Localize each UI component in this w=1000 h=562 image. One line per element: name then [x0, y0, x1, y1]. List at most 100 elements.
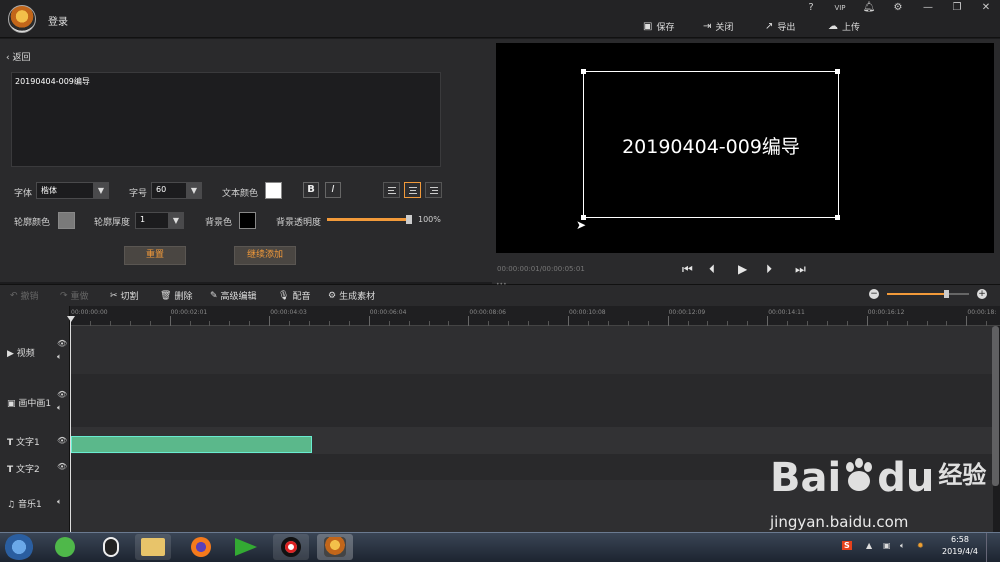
advanced-edit-button[interactable]: ✎ 高级编辑 — [210, 289, 257, 303]
speaker-icon[interactable]: 🔈︎ — [57, 352, 62, 362]
generate-material-button[interactable]: ⚙ 生成素材 — [328, 289, 376, 303]
close-button[interactable]: ⇥ 关闭 — [703, 19, 733, 33]
step-back-icon[interactable]: ⏴ — [709, 262, 715, 277]
skip-start-icon[interactable]: ⏮ — [682, 262, 693, 277]
bg-color-swatch[interactable] — [239, 212, 256, 229]
align-right-icon[interactable] — [425, 182, 442, 198]
upload-label: 上传 — [842, 22, 861, 33]
record-icon[interactable] — [273, 534, 309, 560]
login-link[interactable]: 登录 — [48, 13, 68, 28]
cut-button[interactable]: ✂ 切割 — [110, 289, 139, 303]
vip-icon[interactable]: VIP — [833, 2, 847, 14]
splitter-handle[interactable]: ••• — [496, 281, 507, 288]
track-lane-pip[interactable] — [71, 374, 993, 427]
track-name: 视频 — [16, 349, 35, 359]
bg-opacity-slider[interactable] — [406, 215, 412, 224]
volume-icon[interactable]: 🔈︎ — [900, 541, 905, 551]
resize-handle[interactable] — [581, 69, 586, 74]
align-center-icon[interactable] — [404, 182, 421, 198]
size-dropdown-icon[interactable]: ▼ — [186, 182, 202, 199]
text-content-input[interactable]: 20190404-009编导 — [11, 72, 441, 167]
redo-button[interactable]: ↷ 重做 — [60, 289, 89, 303]
size-label: 字号 — [129, 189, 148, 199]
upload-icon: ☁ — [828, 20, 838, 32]
restore-icon[interactable]: ❐ — [950, 2, 964, 14]
reset-button[interactable]: 重置 — [124, 246, 186, 265]
trash-icon: 🗑︎ — [160, 290, 172, 301]
folder-icon[interactable] — [135, 534, 171, 560]
ruler-tick — [767, 316, 769, 326]
resize-handle[interactable] — [835, 215, 840, 220]
speaker-icon[interactable]: 🔈︎ — [57, 403, 62, 413]
save-label: 保存 — [656, 22, 675, 33]
align-left-icon[interactable] — [383, 182, 400, 198]
outline-color-swatch[interactable] — [58, 212, 75, 229]
show-desktop-button[interactable] — [986, 533, 1000, 562]
gear-icon[interactable]: ⚙ — [891, 2, 905, 14]
track-lane-video[interactable] — [71, 326, 993, 374]
mouse-cursor-icon: ➤ — [576, 218, 587, 232]
speaker-icon[interactable]: 🔈︎ — [57, 497, 62, 507]
continue-add-button[interactable]: 继续添加 — [234, 246, 296, 265]
zoom-in-icon[interactable]: + — [977, 289, 987, 299]
skip-end-icon[interactable]: ⏭ — [795, 262, 806, 277]
track-name: 音乐1 — [17, 500, 42, 510]
media-app-icon[interactable] — [228, 534, 264, 560]
font-label: 字体 — [14, 189, 33, 199]
outline-color-label: 轮廓颜色 — [14, 218, 51, 228]
bell-icon[interactable]: 🔔︎ — [862, 2, 876, 14]
bold-button[interactable]: B — [303, 182, 319, 198]
video-track-icon: ▶︎ — [7, 349, 14, 359]
eye-icon[interactable]: 👁︎ — [57, 462, 67, 471]
ruler-tick-label: 00:00:00:00 — [71, 309, 108, 316]
export-button[interactable]: ↗ 导出 — [765, 19, 795, 33]
clock[interactable]: 6:58 2019/4/4 — [940, 534, 980, 558]
sogou-ime-icon[interactable]: S — [842, 541, 852, 550]
save-button[interactable]: ▣ 保存 — [643, 19, 674, 33]
play-icon[interactable]: ▶ — [738, 262, 747, 276]
qq-icon[interactable] — [93, 534, 129, 560]
paw-icon — [841, 457, 877, 493]
size-select[interactable]: 60 — [151, 182, 187, 199]
outline-width-dropdown-icon[interactable]: ▼ — [168, 212, 184, 229]
zoom-out-icon[interactable]: − — [869, 289, 879, 299]
playhead-marker-icon[interactable] — [67, 316, 75, 322]
tray-arrow-icon[interactable]: ▲ — [866, 541, 872, 550]
taskbar-app-icon[interactable] — [47, 534, 83, 560]
bg-opacity-value: 100% — [418, 215, 441, 224]
delete-button[interactable]: 🗑︎ 删除 — [160, 289, 192, 303]
tray-sun-icon[interactable]: ✹ — [917, 541, 924, 550]
step-forward-icon[interactable]: ⏵ — [766, 262, 772, 277]
back-button[interactable]: ‹ 返回 — [6, 50, 30, 63]
track-name: 文字2 — [16, 465, 40, 475]
dub-button[interactable]: 🎙︎ 配音 — [278, 289, 310, 303]
upload-button[interactable]: ☁ 上传 — [828, 19, 860, 33]
close-window-icon[interactable]: ✕ — [979, 2, 993, 14]
start-button-icon[interactable] — [4, 534, 34, 560]
ruler-tick — [368, 316, 370, 326]
firefox-icon[interactable] — [183, 534, 219, 560]
track-label-video: ▶︎ 视频 — [7, 346, 35, 359]
tray-device-icon[interactable]: ▣ — [883, 541, 891, 550]
watermark-url: jingyan.baidu.com — [770, 513, 909, 531]
eye-icon[interactable]: 👁︎ — [57, 339, 67, 348]
playhead[interactable] — [70, 318, 71, 532]
generate-label: 生成素材 — [339, 292, 376, 302]
font-select[interactable]: 楷体 — [36, 182, 94, 199]
app-logo-icon[interactable] — [8, 5, 36, 33]
help-icon[interactable]: ? — [804, 2, 818, 14]
font-dropdown-icon[interactable]: ▼ — [93, 182, 109, 199]
minimize-icon[interactable]: — — [921, 2, 935, 14]
eye-icon[interactable]: 👁︎ — [57, 390, 67, 399]
undo-button[interactable]: ↶ 撤销 — [10, 289, 39, 303]
clock-date: 2019/4/4 — [942, 547, 978, 556]
eye-icon[interactable]: 👁︎ — [57, 436, 67, 445]
text-color-swatch[interactable] — [265, 182, 282, 199]
video-editor-taskbar-icon[interactable] — [317, 534, 353, 560]
preview-timecode: 00:00:00:01/00:00:05:01 — [497, 265, 585, 273]
zoom-slider[interactable] — [944, 290, 950, 298]
resize-handle[interactable] — [835, 69, 840, 74]
italic-button[interactable]: I — [325, 182, 341, 198]
text-clip[interactable] — [71, 436, 312, 453]
outline-width-select[interactable]: 1 — [135, 212, 169, 229]
